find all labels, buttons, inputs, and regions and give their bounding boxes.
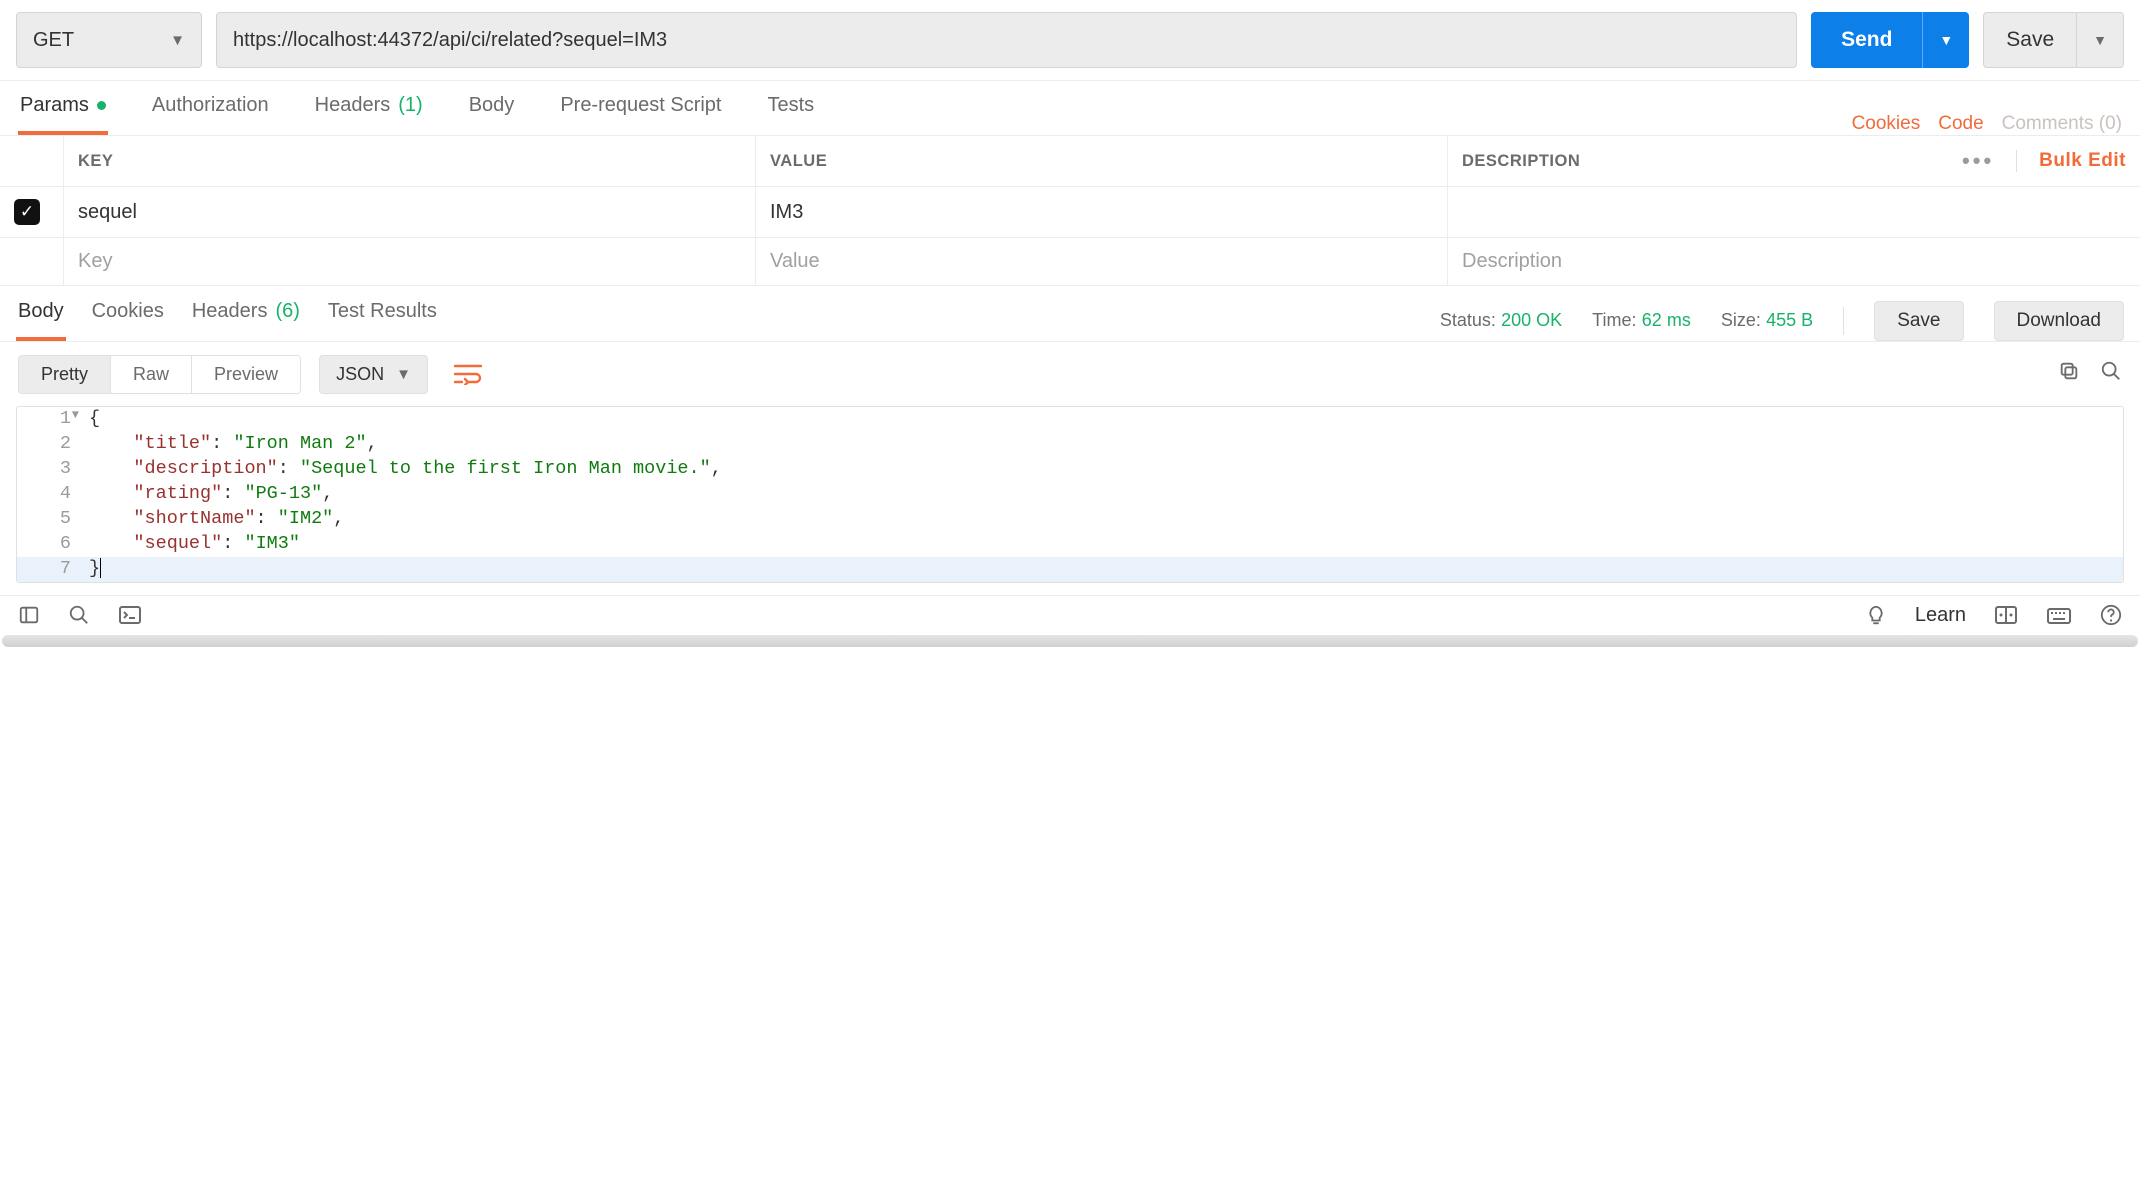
params-description-header: DESCRIPTION ••• Bulk Edit	[1448, 136, 2140, 186]
size-value: 455 B	[1766, 310, 1813, 330]
code-link[interactable]: Code	[1938, 113, 1983, 135]
learn-link[interactable]: Learn	[1915, 604, 1966, 627]
response-download-button[interactable]: Download	[1994, 301, 2125, 341]
console-icon[interactable]	[118, 605, 142, 625]
view-pretty-button[interactable]: Pretty	[19, 356, 110, 393]
response-body-viewer[interactable]: 1▼{2 "title": "Iron Man 2",3 "descriptio…	[16, 406, 2124, 583]
table-row: ✓ sequel IM3	[0, 186, 2140, 237]
tab-headers[interactable]: Headers (1)	[313, 80, 425, 135]
copy-icon[interactable]	[2058, 360, 2080, 388]
cookies-link[interactable]: Cookies	[1852, 113, 1921, 135]
tab-test-results[interactable]: Test Results	[326, 286, 439, 341]
size-label: Size:	[1721, 310, 1761, 330]
table-row: Key Value Description	[0, 237, 2140, 285]
code-line: 2 "title": "Iron Man 2",	[17, 432, 2123, 457]
fold-icon[interactable]: ▼	[72, 407, 79, 423]
find-icon[interactable]	[68, 604, 90, 626]
bootcamp-icon[interactable]	[1865, 604, 1887, 626]
tab-tests[interactable]: Tests	[765, 80, 816, 135]
save-caret-button[interactable]: ▼	[2076, 12, 2124, 68]
params-grid: KEY VALUE DESCRIPTION ••• Bulk Edit ✓ se…	[0, 136, 2140, 286]
wrap-lines-toggle[interactable]	[446, 354, 490, 394]
comments-link[interactable]: Comments (0)	[2002, 113, 2122, 135]
param-description-placeholder[interactable]: Description	[1448, 237, 2140, 285]
tab-pre-request[interactable]: Pre-request Script	[558, 80, 723, 135]
param-value-cell[interactable]: IM3	[756, 186, 1448, 237]
chevron-down-icon: ▼	[396, 366, 411, 383]
send-button-group: Send ▼	[1811, 12, 1969, 68]
tab-params[interactable]: Params	[18, 80, 108, 135]
status-label: Status:	[1440, 310, 1496, 330]
tab-response-body[interactable]: Body	[16, 286, 66, 341]
chevron-down-icon: ▼	[1939, 32, 1953, 48]
format-select[interactable]: JSON ▼	[319, 355, 428, 394]
keyboard-shortcuts-icon[interactable]	[2046, 605, 2072, 625]
sidebar-icon[interactable]	[18, 604, 40, 626]
param-description-cell[interactable]	[1448, 186, 2140, 237]
view-mode-segment: Pretty Raw Preview	[18, 355, 301, 394]
request-tabs-row: Params Authorization Headers (1) Body Pr…	[0, 80, 2140, 136]
chevron-down-icon: ▼	[2093, 32, 2107, 48]
save-button-group: Save ▼	[1983, 12, 2124, 68]
params-value-header: VALUE	[756, 136, 1448, 186]
http-method-value: GET	[33, 29, 74, 52]
code-line: 5 "shortName": "IM2",	[17, 507, 2123, 532]
tab-response-cookies[interactable]: Cookies	[90, 286, 166, 341]
send-caret-button[interactable]: ▼	[1922, 12, 1969, 68]
http-method-select[interactable]: GET ▼	[16, 12, 202, 68]
search-icon[interactable]	[2100, 360, 2122, 388]
time-label: Time:	[1592, 310, 1636, 330]
param-enabled-checkbox[interactable]: ✓	[0, 186, 64, 237]
chevron-down-icon: ▼	[170, 32, 185, 49]
checkmark-icon: ✓	[14, 199, 40, 225]
wrap-lines-icon	[454, 363, 482, 385]
request-bar: GET ▼ https://localhost:44372/api/ci/rel…	[0, 0, 2140, 80]
horizontal-scrollbar[interactable]	[2, 635, 2138, 647]
view-raw-button[interactable]: Raw	[110, 356, 191, 393]
bulk-edit-link[interactable]: Bulk Edit	[2039, 150, 2126, 172]
param-key-cell[interactable]: sequel	[64, 186, 756, 237]
tab-authorization[interactable]: Authorization	[150, 80, 271, 135]
status-bar: Learn	[0, 595, 2140, 635]
view-preview-button[interactable]: Preview	[191, 356, 300, 393]
params-active-dot-icon	[97, 101, 106, 110]
code-line: 1▼{	[17, 407, 2123, 432]
response-view-toolbar: Pretty Raw Preview JSON ▼	[0, 342, 2140, 406]
response-save-button[interactable]: Save	[1874, 301, 1963, 341]
code-line: 3 "description": "Sequel to the first Ir…	[17, 457, 2123, 482]
save-button[interactable]: Save	[1983, 12, 2076, 68]
params-checkbox-header	[0, 136, 64, 186]
tab-response-headers[interactable]: Headers (6)	[190, 286, 302, 341]
two-pane-icon[interactable]	[1994, 605, 2018, 625]
more-icon[interactable]: •••	[1962, 148, 1994, 174]
send-button[interactable]: Send	[1811, 12, 1922, 68]
param-value-placeholder[interactable]: Value	[756, 237, 1448, 285]
tab-body[interactable]: Body	[467, 80, 517, 135]
status-value: 200 OK	[1501, 310, 1562, 330]
param-enabled-checkbox-placeholder[interactable]	[0, 237, 64, 285]
code-line: 7}	[17, 557, 2123, 582]
param-key-placeholder[interactable]: Key	[64, 237, 756, 285]
code-line: 4 "rating": "PG-13",	[17, 482, 2123, 507]
params-key-header: KEY	[64, 136, 756, 186]
url-input[interactable]: https://localhost:44372/api/ci/related?s…	[216, 12, 1797, 68]
url-value: https://localhost:44372/api/ci/related?s…	[233, 29, 667, 52]
help-icon[interactable]	[2100, 604, 2122, 626]
code-line: 6 "sequel": "IM3"	[17, 532, 2123, 557]
response-tabs-row: Body Cookies Headers (6) Test Results St…	[0, 286, 2140, 342]
time-value: 62 ms	[1642, 310, 1691, 330]
